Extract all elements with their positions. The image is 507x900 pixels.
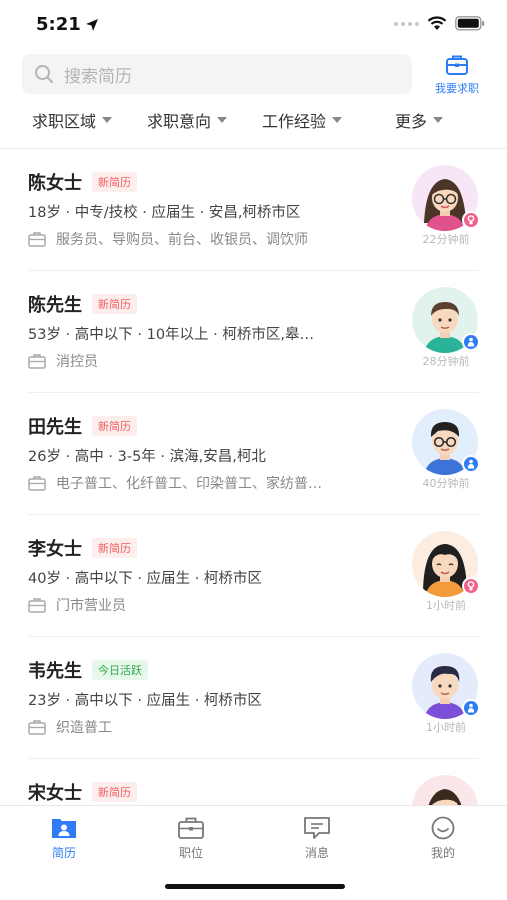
home-indicator bbox=[165, 884, 345, 889]
briefcase-icon bbox=[28, 476, 46, 491]
tab-messages[interactable]: 消息 bbox=[277, 816, 357, 861]
filter-bar: 求职区域 求职意向 工作经验 更多 bbox=[0, 100, 507, 148]
resume-card[interactable]: 李女士 新简历 40岁 · 高中以下 · 应届生 · 柯桥市区 门市营业员 1小… bbox=[0, 515, 507, 637]
new-resume-badge: 新简历 bbox=[92, 416, 137, 436]
dropdown-arrow-icon bbox=[102, 117, 113, 123]
filter-label: 求职区域 bbox=[32, 112, 97, 131]
avatar bbox=[412, 653, 480, 719]
tab-resume[interactable]: 简历 bbox=[24, 816, 104, 861]
profile-icon bbox=[431, 816, 455, 840]
filter-label: 更多 bbox=[395, 112, 428, 131]
briefcase-icon bbox=[28, 354, 46, 369]
female-icon bbox=[462, 577, 480, 595]
active-today-badge: 今日活跃 bbox=[92, 660, 148, 680]
briefcase-icon bbox=[28, 720, 46, 735]
filter-experience[interactable]: 工作经验 bbox=[262, 108, 343, 132]
desired-jobs: 门市营业员 bbox=[56, 598, 126, 614]
resume-card[interactable]: 陈先生 新简历 53岁 · 高中以下 · 10年以上 · 柯桥市区,皋… 消控员 bbox=[0, 271, 507, 393]
filter-intention[interactable]: 求职意向 bbox=[147, 108, 228, 132]
tab-jobs[interactable]: 职位 bbox=[151, 816, 231, 861]
tab-label: 职位 bbox=[178, 846, 203, 860]
search-row: 搜索简历 我要求职 bbox=[0, 50, 507, 100]
tab-label: 消息 bbox=[304, 846, 329, 860]
desired-jobs: 消控员 bbox=[56, 354, 98, 370]
search-placeholder: 搜索简历 bbox=[64, 66, 132, 87]
tab-bar: 简历 职位 消息 我的 bbox=[0, 805, 507, 900]
desired-jobs: 织造普工 bbox=[56, 720, 112, 736]
filter-label: 求职意向 bbox=[147, 112, 212, 131]
candidate-name: 陈先生 bbox=[28, 295, 82, 316]
search-input[interactable]: 搜索简历 bbox=[22, 54, 412, 94]
candidate-name: 陈女士 bbox=[28, 173, 82, 194]
update-time: 40分钟前 bbox=[422, 477, 470, 490]
male-icon bbox=[462, 333, 480, 351]
female-icon bbox=[462, 211, 480, 229]
avatar bbox=[412, 165, 480, 231]
resume-card[interactable]: 田先生 新简历 26岁 · 高中 · 3-5年 · 滨海,安昌,柯北 电子普工、… bbox=[0, 393, 507, 515]
candidate-info: 26岁 · 高中 · 3-5年 · 滨海,安昌,柯北 bbox=[28, 449, 266, 465]
search-icon bbox=[35, 65, 53, 83]
wifi-icon bbox=[427, 16, 447, 30]
job-seek-label: 我要求职 bbox=[435, 82, 479, 95]
tab-profile[interactable]: 我的 bbox=[403, 816, 483, 861]
update-time: 28分钟前 bbox=[422, 355, 470, 368]
dropdown-arrow-icon bbox=[217, 117, 228, 123]
status-time: 5:21 bbox=[36, 14, 99, 35]
candidate-name: 田先生 bbox=[28, 417, 82, 438]
resume-card[interactable]: 宋女士 新简历 bbox=[0, 759, 507, 805]
candidate-name: 宋女士 bbox=[28, 783, 82, 804]
candidate-info: 53岁 · 高中以下 · 10年以上 · 柯桥市区,皋… bbox=[28, 327, 314, 343]
dropdown-arrow-icon bbox=[332, 117, 343, 123]
job-seek-button[interactable]: 我要求职 bbox=[425, 54, 489, 98]
male-icon bbox=[462, 455, 480, 473]
avatar bbox=[412, 409, 480, 475]
avatar bbox=[412, 775, 478, 805]
briefcase-icon bbox=[446, 55, 468, 75]
candidate-name: 韦先生 bbox=[28, 661, 82, 682]
briefcase-icon bbox=[28, 598, 46, 613]
filter-region[interactable]: 求职区域 bbox=[32, 108, 113, 132]
update-time: 1小时前 bbox=[426, 721, 466, 734]
update-time: 1小时前 bbox=[426, 599, 466, 612]
filter-label: 工作经验 bbox=[262, 112, 327, 131]
status-bar: 5:21 bbox=[0, 0, 507, 50]
location-arrow-icon bbox=[85, 18, 98, 31]
new-resume-badge: 新简历 bbox=[92, 782, 137, 802]
resume-list: 陈女士 新简历 18岁 · 中专/技校 · 应届生 · 安昌,柯桥市区 服务员、… bbox=[0, 149, 507, 805]
resume-card[interactable]: 韦先生 今日活跃 23岁 · 高中以下 · 应届生 · 柯桥市区 织造普工 1小… bbox=[0, 637, 507, 759]
female-avatar-icon bbox=[412, 775, 478, 805]
battery-icon bbox=[455, 16, 485, 31]
briefcase-icon bbox=[178, 817, 204, 839]
new-resume-badge: 新简历 bbox=[92, 172, 137, 192]
candidate-name: 李女士 bbox=[28, 539, 82, 560]
dropdown-arrow-icon bbox=[433, 117, 444, 123]
message-icon bbox=[304, 817, 330, 839]
update-time: 22分钟前 bbox=[422, 233, 470, 246]
new-resume-badge: 新简历 bbox=[92, 294, 137, 314]
new-resume-badge: 新简历 bbox=[92, 538, 137, 558]
signal-icon bbox=[394, 21, 419, 26]
resume-card[interactable]: 陈女士 新简历 18岁 · 中专/技校 · 应届生 · 安昌,柯桥市区 服务员、… bbox=[0, 149, 507, 271]
tab-label: 简历 bbox=[51, 846, 76, 860]
briefcase-icon bbox=[28, 232, 46, 247]
candidate-info: 40岁 · 高中以下 · 应届生 · 柯桥市区 bbox=[28, 571, 262, 587]
resume-icon bbox=[52, 819, 76, 838]
candidate-info: 23岁 · 高中以下 · 应届生 · 柯桥市区 bbox=[28, 693, 262, 709]
male-icon bbox=[462, 699, 480, 717]
avatar bbox=[412, 287, 480, 353]
desired-jobs: 服务员、导购员、前台、收银员、调饮师 bbox=[56, 232, 308, 248]
status-icons bbox=[394, 16, 485, 31]
tab-label: 我的 bbox=[430, 846, 455, 860]
status-time-text: 5:21 bbox=[36, 14, 81, 35]
desired-jobs: 电子普工、化纤普工、印染普工、家纺普… bbox=[56, 476, 322, 492]
avatar bbox=[412, 531, 480, 597]
filter-more[interactable]: 更多 bbox=[395, 108, 444, 132]
candidate-info: 18岁 · 中专/技校 · 应届生 · 安昌,柯桥市区 bbox=[28, 205, 301, 221]
